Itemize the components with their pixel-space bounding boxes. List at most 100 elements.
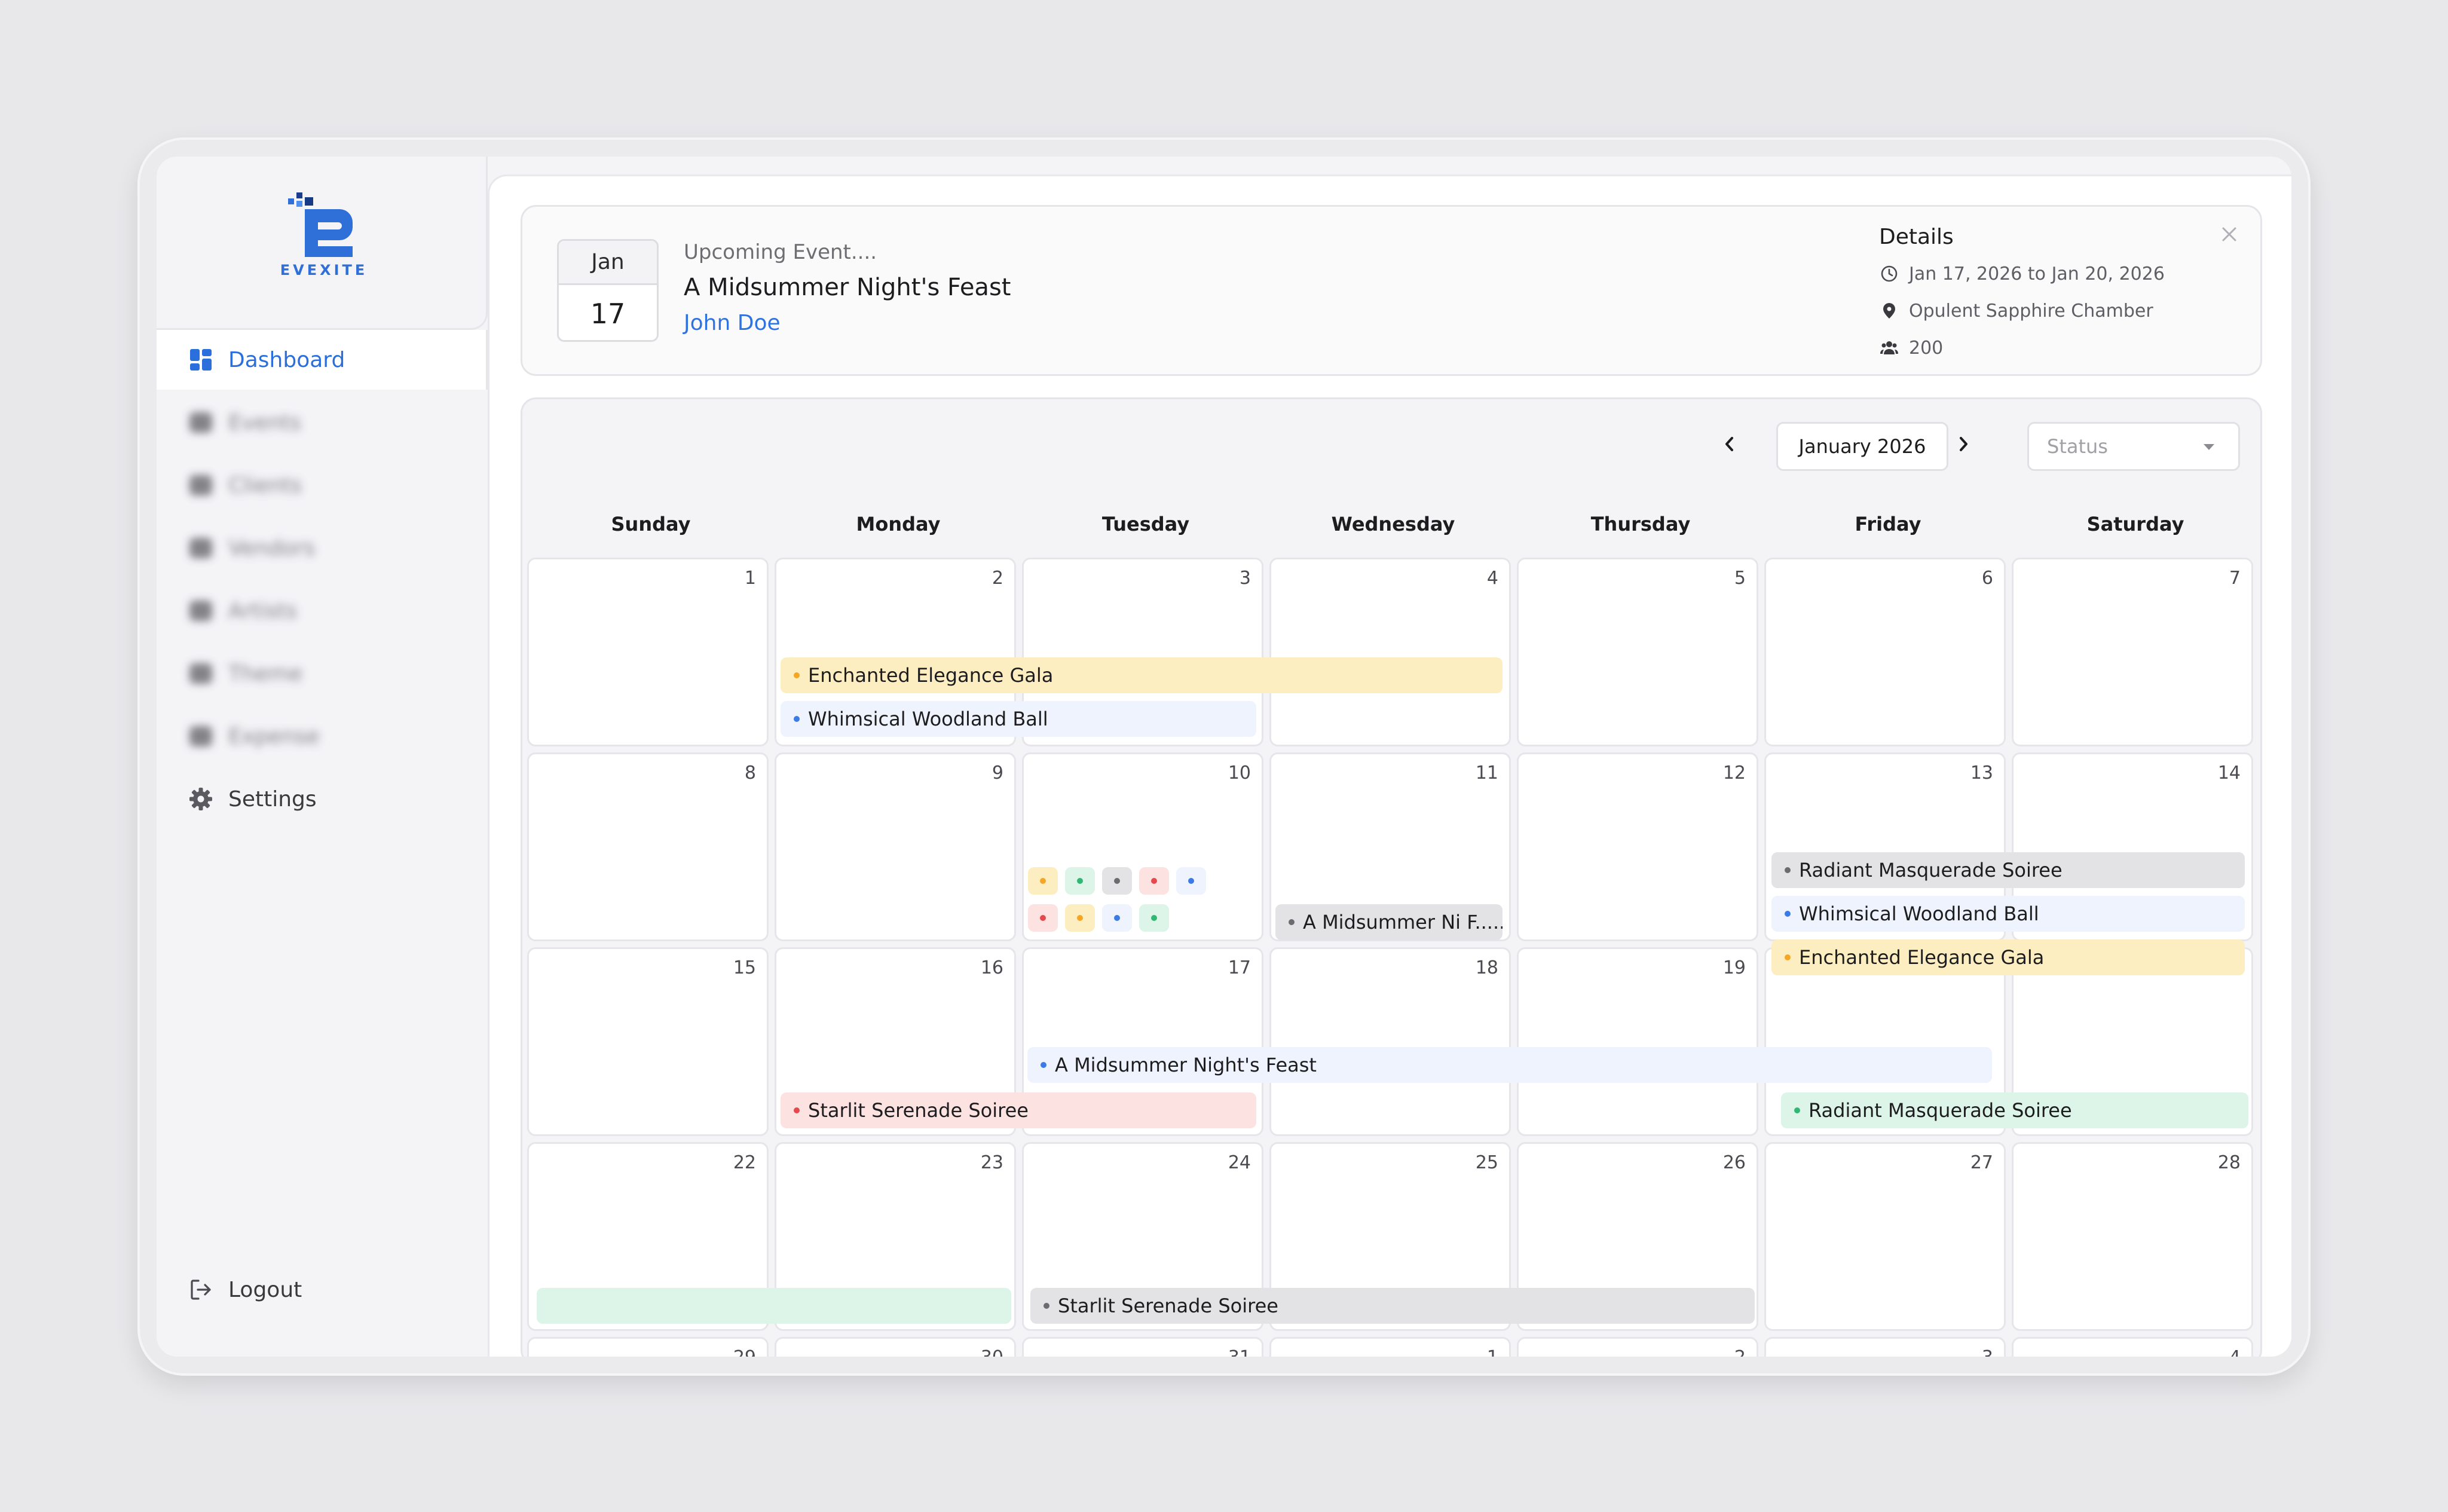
event-chip[interactable]: [1065, 904, 1095, 932]
calendar-day-cell[interactable]: 30: [775, 1337, 1016, 1357]
event-chip[interactable]: [1139, 867, 1169, 895]
details-venue: Opulent Sapphire Chamber: [1879, 292, 2214, 329]
weekday-thursday: Thursday: [1590, 513, 1691, 535]
calendar-day-cell[interactable]: 4: [1269, 558, 1511, 746]
event-starlit-serenade-soiree[interactable]: Starlit Serenade Soiree: [1030, 1288, 1755, 1324]
calendar-day-cell[interactable]: 29: [527, 1337, 769, 1357]
calendar-day-cell[interactable]: 8: [527, 752, 769, 941]
calendar-day-cell[interactable]: 7: [2012, 558, 2253, 746]
event-enchanted-elegance-gala[interactable]: Enchanted Elegance Gala: [1771, 939, 2245, 975]
day-number: 26: [1722, 1152, 1746, 1173]
weekday-saturday: Saturday: [2086, 513, 2184, 535]
details-dates: Jan 17, 2026 to Jan 20, 2026: [1879, 255, 2214, 292]
day-number: 16: [980, 957, 1003, 978]
calendar-day-cell[interactable]: 1: [1269, 1337, 1511, 1357]
calendar-day-cell[interactable]: 1: [527, 558, 769, 746]
calendar-day-cell[interactable]: 2: [1517, 1337, 1758, 1357]
event-enchanted-elegance-gala[interactable]: Enchanted Elegance Gala: [781, 657, 1503, 693]
sidebar-item-events[interactable]: Events: [157, 393, 488, 452]
day-number: 14: [2217, 763, 2241, 783]
chevron-down-icon: [2204, 444, 2214, 450]
calendar-day-cell[interactable]: 12: [1517, 752, 1758, 941]
status-select[interactable]: Status: [2027, 422, 2240, 471]
logout-label: Logout: [228, 1277, 302, 1302]
logout-button[interactable]: Logout: [157, 1260, 488, 1320]
event-whimsical-woodland-ball[interactable]: Whimsical Woodland Ball: [1771, 896, 2245, 932]
event-chip[interactable]: [1028, 867, 1058, 895]
gear-icon: [189, 787, 213, 811]
evexite-logo-icon[interactable]: [287, 191, 359, 263]
day-number: 13: [1970, 763, 1993, 783]
sidebar-item-expense[interactable]: Expense: [157, 706, 488, 766]
logout-icon: [189, 1278, 213, 1302]
logo-area: EVEXITE: [157, 157, 488, 330]
next-month-button[interactable]: [1948, 429, 1978, 459]
calendar-day-cell[interactable]: 6: [1764, 558, 2006, 746]
day-number: 5: [1734, 568, 1746, 589]
event-chip[interactable]: [1102, 867, 1132, 895]
chevron-left-icon: [1725, 437, 1733, 451]
event-chip[interactable]: [1028, 904, 1058, 932]
event-midsummer-short[interactable]: A Midsummer Ni F......: [1275, 904, 1503, 940]
prev-month-button[interactable]: [1715, 429, 1745, 459]
event-whimsical-woodland-ball[interactable]: Whimsical Woodland Ball: [781, 701, 1256, 737]
day-number: 28: [2217, 1152, 2241, 1173]
calendar-day-cell[interactable]: 19: [1517, 947, 1758, 1136]
day-number: 8: [744, 763, 756, 783]
calendar-day-cell[interactable]: 15: [527, 947, 769, 1136]
event-radiant-masquerade-soiree[interactable]: Radiant Masquerade Soiree: [1781, 1092, 2248, 1128]
calendar-day-cell[interactable]: 18: [1269, 947, 1511, 1136]
brand-name: EVEXITE: [280, 262, 368, 278]
sidebar-item-theme[interactable]: Theme: [157, 644, 488, 703]
sidebar-item-dashboard[interactable]: Dashboard: [157, 330, 488, 390]
calendar-day-cell[interactable]: 9: [775, 752, 1016, 941]
event-starlit-serenade-soiree[interactable]: Starlit Serenade Soiree: [781, 1092, 1256, 1128]
day-number: 4: [1486, 568, 1498, 589]
day-number: 29: [733, 1347, 756, 1357]
calendar-day-cell[interactable]: 28: [2012, 1142, 2253, 1331]
palette-icon: [189, 663, 212, 684]
weekday-tuesday: Tuesday: [1101, 513, 1190, 535]
event-chip[interactable]: [1065, 867, 1095, 895]
calendar-day-cell[interactable]: 4: [2012, 1337, 2253, 1357]
sidebar-item-settings[interactable]: Settings: [157, 769, 488, 829]
sidebar-item-artists[interactable]: Artists: [157, 581, 488, 641]
event-host-link[interactable]: John Doe: [684, 311, 781, 335]
sidebar-item-clients[interactable]: Clients: [157, 455, 488, 515]
day-number: 25: [1475, 1152, 1498, 1173]
calendar-day-cell[interactable]: 5: [1517, 558, 1758, 746]
event-chip[interactable]: [1139, 904, 1169, 932]
close-icon[interactable]: [2217, 222, 2241, 246]
event-a-midsummer-nights-feast[interactable]: A Midsummer Night's Feast: [1027, 1047, 1992, 1083]
event-chip[interactable]: [1102, 904, 1132, 932]
day-number: 1: [744, 568, 756, 589]
clock-icon: [1879, 264, 1899, 284]
chevron-right-icon: [1960, 437, 1967, 451]
calendar-day-cell[interactable]: 31: [1022, 1337, 1263, 1357]
event-radiant-masquerade-soiree[interactable]: Radiant Masquerade Soiree: [1771, 852, 2245, 888]
event-chip[interactable]: [1176, 867, 1206, 895]
upcoming-event-card[interactable]: Jan 17 Upcoming Event.... A Midsummer Ni…: [521, 205, 2262, 376]
day-number: 3: [1239, 568, 1251, 589]
wallet-icon: [189, 726, 212, 746]
month-picker[interactable]: January 2026: [1776, 422, 1948, 471]
sidebar-item-label: Dashboard: [228, 347, 345, 372]
sidebar-item-vendors[interactable]: Vendors: [157, 518, 488, 578]
dashboard-icon: [189, 348, 213, 372]
day-number: 4: [2229, 1347, 2241, 1357]
event-untitled-bar[interactable]: [537, 1288, 1011, 1324]
day-number: 17: [1228, 957, 1251, 978]
details-heading: Details: [1879, 225, 1954, 249]
upcoming-label: Upcoming Event....: [684, 240, 877, 264]
sidebar: EVEXITE Dashboard Events Clients Vendors…: [157, 157, 488, 1357]
calendar-day-cell[interactable]: 3: [1764, 1337, 2006, 1357]
calendar-day-cell[interactable]: 27: [1764, 1142, 2006, 1331]
app-screen: EVEXITE Dashboard Events Clients Vendors…: [157, 157, 2291, 1357]
day-number: 11: [1475, 763, 1498, 783]
day-number: 2: [992, 568, 1003, 589]
event-details: Details Jan 17, 2026 to Jan 20, 2026 Opu…: [1879, 225, 2214, 366]
day-number: 24: [1228, 1152, 1251, 1173]
day-number: 12: [1722, 763, 1746, 783]
day-number: 27: [1970, 1152, 1993, 1173]
day-number: 6: [1981, 568, 1993, 589]
